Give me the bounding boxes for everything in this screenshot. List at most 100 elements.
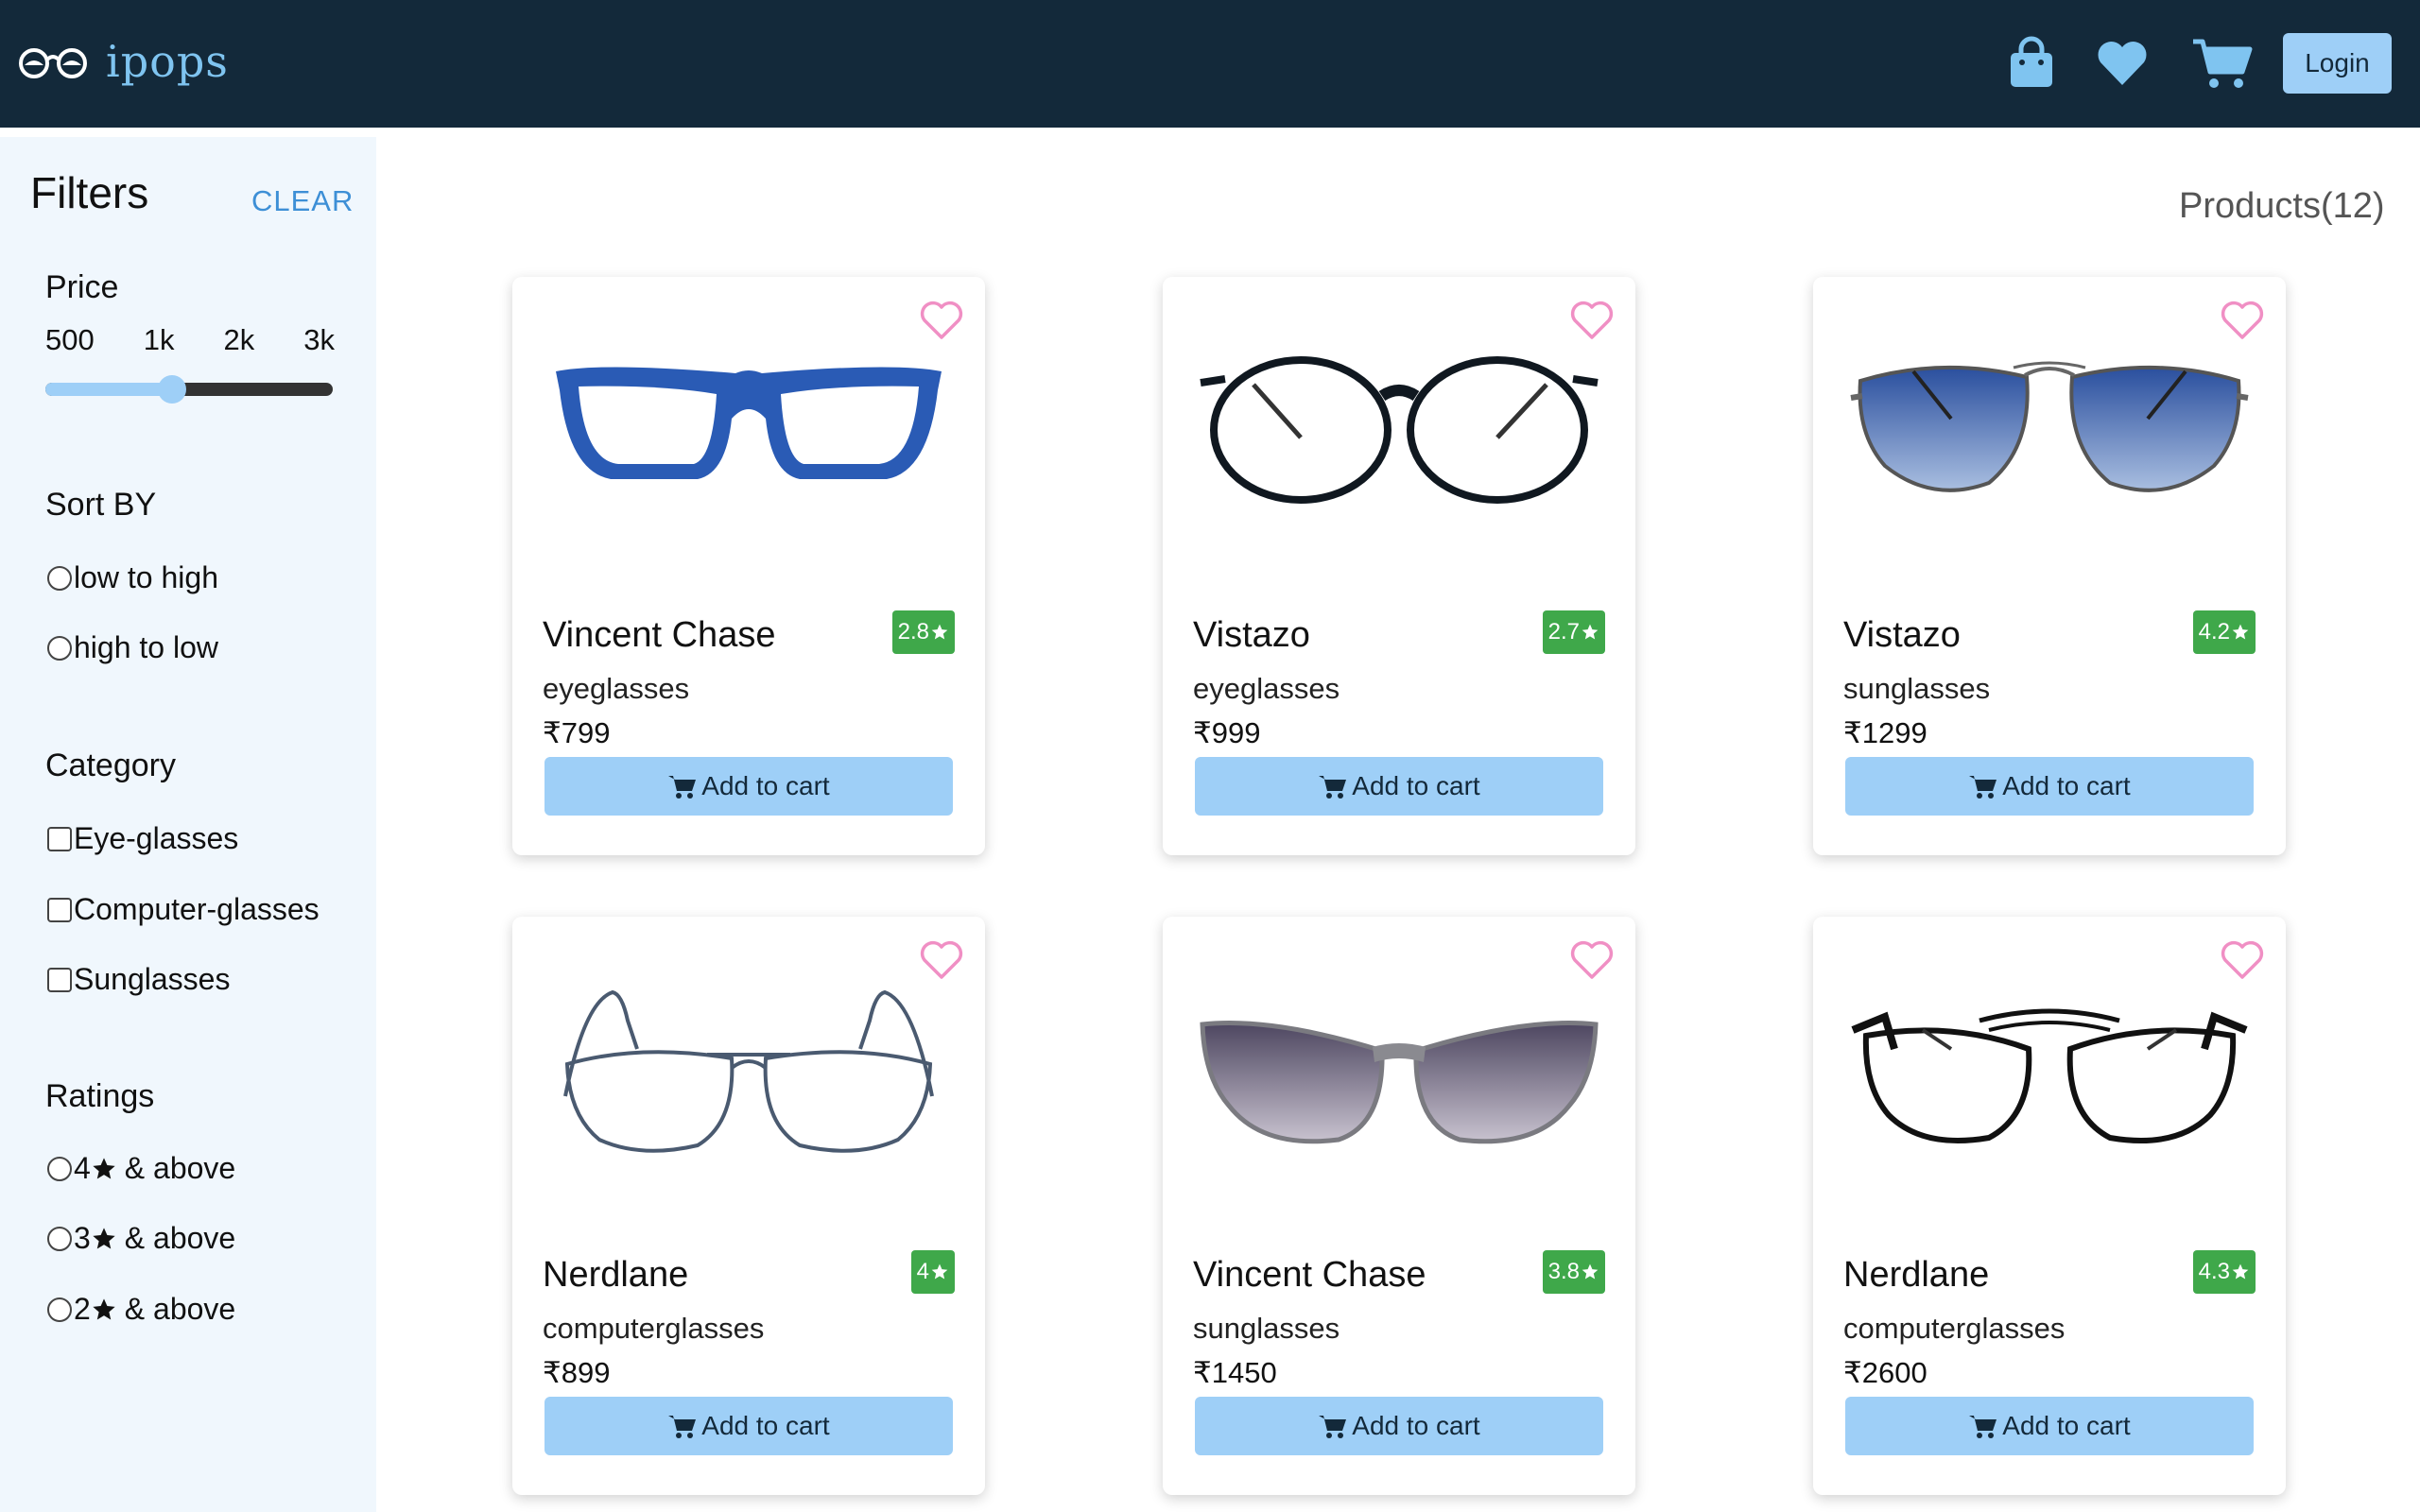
add-to-cart-label: Add to cart [2002, 771, 2131, 800]
add-to-cart-label: Add to cart [701, 1411, 830, 1440]
star-icon [93, 1297, 115, 1319]
price-tick: 500 [45, 323, 95, 356]
product-image [563, 989, 934, 1153]
add-to-cart-button[interactable]: Add to cart [1195, 1397, 1603, 1455]
rating-badge: 2.7 [1542, 610, 1605, 654]
rating-value: 3.8 [1547, 1259, 1580, 1284]
rating-badge: 4 [910, 1250, 955, 1294]
sort-option-label: high to low [74, 630, 218, 664]
clear-filters-link[interactable]: CLEAR [251, 184, 354, 218]
cart-icon [668, 776, 697, 799]
ratings-section-title: Ratings [45, 1078, 155, 1114]
heart-icon[interactable] [2093, 34, 2152, 93]
radio-button[interactable] [47, 565, 72, 591]
wishlist-heart-icon[interactable] [1569, 939, 1615, 981]
product-card[interactable]: Vistazo 2.7 eyeglasses ₹999 Add to cart [1163, 277, 1635, 855]
product-name: Vistazo [1193, 615, 1310, 655]
sort-option-low-to-high[interactable]: low to high [47, 560, 218, 595]
cart-icon [1319, 776, 1347, 799]
rating-value: 2.7 [1547, 619, 1580, 644]
product-name: Nerdlane [543, 1255, 689, 1295]
add-to-cart-button[interactable]: Add to cart [1195, 757, 1603, 816]
glasses-logo-icon [19, 48, 87, 78]
product-price: ₹799 [543, 716, 611, 749]
price-tick-labels: 500 1k 2k 3k [45, 323, 335, 357]
add-to-cart-button[interactable]: Add to cart [544, 757, 953, 816]
cart-icon [1969, 1416, 1997, 1438]
sort-section-title: Sort BY [45, 487, 157, 523]
category-option-label: Eye-glasses [74, 821, 239, 855]
star-icon [931, 1263, 948, 1280]
rating-option-suffix: & above [124, 1292, 236, 1326]
wishlist-heart-icon[interactable] [919, 300, 964, 341]
category-option-computer-glasses[interactable]: Computer-glasses [47, 892, 320, 927]
wishlist-heart-icon[interactable] [2220, 939, 2265, 981]
wishlist-heart-icon[interactable] [2220, 300, 2265, 341]
product-card[interactable]: Vincent Chase 3.8 sunglasses ₹1450 Add t… [1163, 917, 1635, 1495]
add-to-cart-label: Add to cart [2002, 1411, 2131, 1440]
add-to-cart-button[interactable]: Add to cart [544, 1397, 953, 1455]
radio-button[interactable] [47, 1297, 72, 1322]
category-option-sunglasses[interactable]: Sunglasses [47, 962, 230, 997]
brand-name: ipops [106, 36, 229, 87]
rating-option-suffix: & above [124, 1221, 236, 1255]
sort-option-high-to-low[interactable]: high to low [47, 630, 218, 665]
product-price: ₹999 [1193, 716, 1261, 749]
checkbox[interactable] [47, 897, 72, 922]
rating-option-value: 3 [74, 1221, 91, 1255]
product-image [1200, 356, 1599, 504]
star-icon [2232, 1263, 2249, 1280]
rating-option-value: 2 [74, 1292, 91, 1326]
star-icon [931, 624, 948, 640]
checkbox[interactable] [47, 967, 72, 992]
product-card[interactable]: Nerdlane 4 computerglasses ₹899 Add to c… [512, 917, 985, 1495]
price-section-title: Price [45, 269, 119, 305]
product-category: sunglasses [1843, 672, 1991, 705]
price-tick: 2k [223, 323, 255, 356]
product-category: eyeglasses [1193, 672, 1340, 705]
cart-icon [1319, 1416, 1347, 1438]
rating-value: 4 [916, 1259, 929, 1284]
add-to-cart-label: Add to cart [1352, 771, 1480, 800]
product-card[interactable]: Vincent Chase 2.8 eyeglasses ₹799 Add to… [512, 277, 985, 855]
rating-value: 2.8 [897, 619, 929, 644]
price-slider-thumb[interactable] [157, 375, 186, 404]
category-option-eye-glasses[interactable]: Eye-glasses [47, 821, 238, 856]
price-slider[interactable] [45, 375, 333, 404]
product-image [1200, 1021, 1599, 1144]
product-card[interactable]: Vistazo 4.2 sunglasses ₹1299 Add to cart [1813, 277, 2286, 855]
radio-button[interactable] [47, 1226, 72, 1251]
category-option-label: Computer-glasses [74, 892, 320, 926]
rating-option-2[interactable]: 2 & above [47, 1292, 235, 1327]
product-category: sunglasses [1193, 1312, 1340, 1345]
radio-button[interactable] [47, 635, 72, 661]
product-price: ₹899 [543, 1356, 611, 1389]
add-to-cart-button[interactable]: Add to cart [1845, 757, 2254, 816]
bag-icon[interactable] [2002, 34, 2061, 93]
login-button[interactable]: Login [2283, 33, 2392, 94]
rating-badge: 4.3 [2192, 1250, 2256, 1294]
products-count: Products(12) [2179, 186, 2385, 226]
product-name: Vincent Chase [543, 615, 776, 655]
checkbox[interactable] [47, 826, 72, 851]
rating-option-4[interactable]: 4 & above [47, 1151, 235, 1186]
cart-icon[interactable] [2191, 34, 2254, 93]
star-icon [2232, 624, 2249, 640]
rating-badge: 3.8 [1542, 1250, 1605, 1294]
star-icon [1582, 624, 1599, 640]
rating-option-3[interactable]: 3 & above [47, 1221, 235, 1256]
product-category: eyeglasses [543, 672, 690, 705]
wishlist-heart-icon[interactable] [1569, 300, 1615, 341]
price-tick: 1k [143, 323, 175, 356]
brand-logo[interactable]: ipops [17, 36, 229, 87]
add-to-cart-button[interactable]: Add to cart [1845, 1397, 2254, 1455]
radio-button[interactable] [47, 1156, 72, 1181]
sort-option-label: low to high [74, 560, 218, 594]
wishlist-heart-icon[interactable] [919, 939, 964, 981]
product-image [1850, 361, 2249, 492]
rating-value: 4.2 [2198, 619, 2230, 644]
rating-option-value: 4 [74, 1151, 91, 1185]
product-card[interactable]: Nerdlane 4.3 computerglasses ₹2600 Add t… [1813, 917, 2286, 1495]
rating-option-suffix: & above [124, 1151, 236, 1185]
product-image [1851, 1008, 2248, 1143]
